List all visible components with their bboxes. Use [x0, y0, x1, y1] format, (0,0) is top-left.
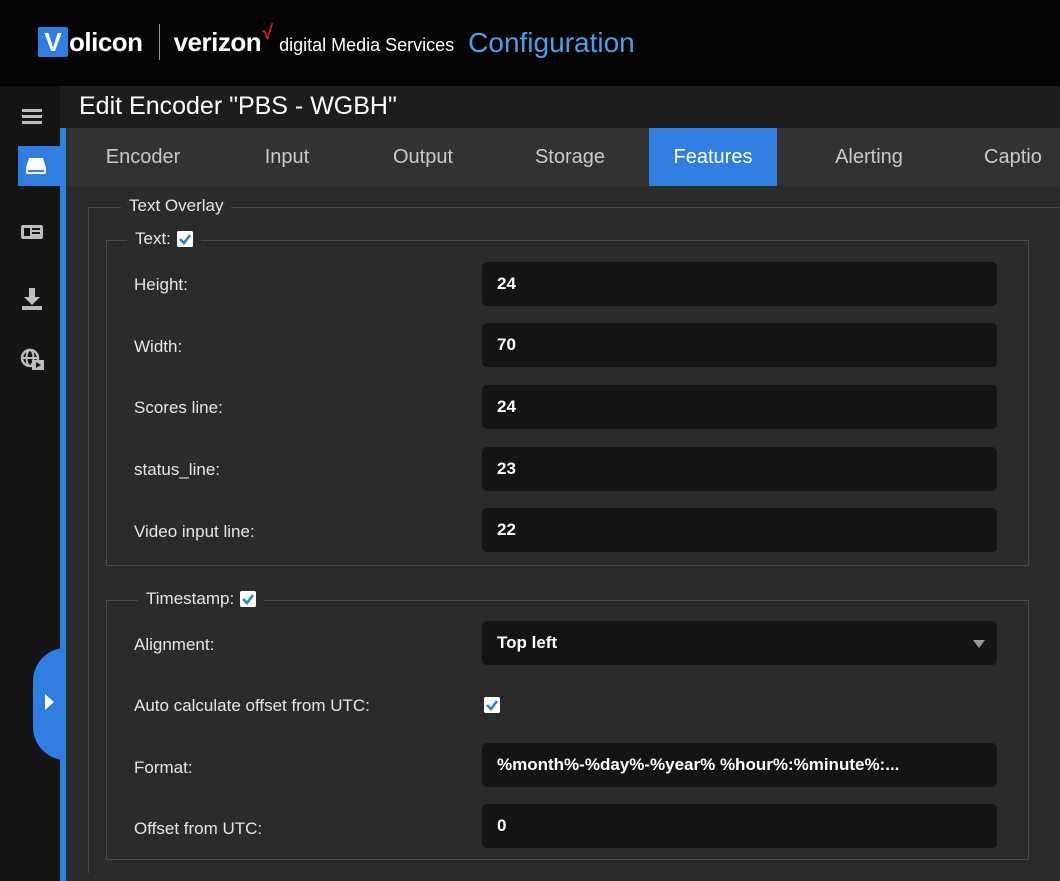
brand-header: V olicon verizon √ digital Media Service… [0, 0, 1060, 86]
id-card-icon[interactable] [20, 222, 44, 246]
scores-line-input[interactable]: 24 [482, 385, 997, 429]
tab-features[interactable]: Features [649, 128, 777, 186]
text-checkbox[interactable] [176, 231, 193, 247]
tab-storage[interactable]: Storage [520, 128, 620, 186]
width-input[interactable]: 70 [482, 323, 997, 367]
alignment-select[interactable]: Top left [482, 621, 997, 665]
verizon-logo-text: verizon [173, 26, 262, 57]
status-line-label: status_line: [134, 460, 220, 479]
menu-icon[interactable] [20, 104, 44, 128]
alignment-label: Alignment: [134, 635, 215, 654]
page-title: Edit Encoder "PBS - WGBH" [79, 92, 397, 120]
format-input[interactable]: %month%-%day%-%year% %hour%:%minute%:... [482, 743, 997, 787]
left-nav-rail [0, 86, 60, 881]
brand-logos: V olicon verizon √ digital Media Service… [38, 20, 635, 64]
brand-divider [158, 24, 160, 60]
services-text: digital Media Services [279, 34, 455, 55]
timestamp-section-legend: Timestamp: [138, 589, 265, 609]
tab-encoder[interactable]: Encoder [93, 128, 193, 186]
timestamp-section-label: Timestamp: [146, 589, 235, 608]
height-input[interactable]: 24 [482, 262, 997, 306]
encoder-icon [24, 155, 48, 182]
tab-alerting[interactable]: Alerting [819, 128, 919, 186]
text-section-label: Text: [135, 229, 171, 248]
format-label: Format: [134, 758, 193, 777]
video-input-line-label: Video input line: [134, 522, 255, 541]
tab-input[interactable]: Input [252, 128, 322, 186]
auto-offset-checkbox[interactable] [484, 697, 500, 713]
tab-captions[interactable]: Captio [984, 128, 1060, 186]
dropdown-caret-icon [973, 640, 985, 648]
timestamp-checkbox[interactable] [240, 591, 257, 607]
expand-arrow-icon [45, 694, 54, 710]
verizon-check-mark: √ [262, 21, 274, 44]
auto-offset-label: Auto calculate offset from UTC: [134, 696, 370, 715]
app-title: Configuration [468, 27, 635, 58]
volicon-logo-text: olicon [69, 26, 143, 57]
tab-bar: Encoder Input Output Storage Features Al… [66, 128, 1060, 186]
globe-video-icon[interactable] [20, 348, 44, 372]
video-input-line-input[interactable]: 22 [482, 508, 997, 552]
title-bar: Edit Encoder "PBS - WGBH" [60, 86, 1060, 128]
nav-encoders-active[interactable] [18, 146, 62, 186]
width-label: Width: [134, 337, 183, 356]
status-line-input[interactable]: 23 [482, 447, 997, 491]
volicon-logo-mark: V [38, 27, 68, 57]
offset-label: Offset from UTC: [134, 819, 263, 838]
text-section-legend: Text: [127, 229, 201, 249]
text-overlay-legend: Text Overlay [121, 196, 232, 216]
offset-input[interactable]: 0 [482, 804, 997, 848]
height-label: Height: [134, 275, 188, 294]
alignment-value: Top left [497, 633, 558, 652]
scores-line-label: Scores line: [134, 398, 223, 417]
tab-output[interactable]: Output [373, 128, 473, 186]
download-icon[interactable] [20, 286, 44, 310]
